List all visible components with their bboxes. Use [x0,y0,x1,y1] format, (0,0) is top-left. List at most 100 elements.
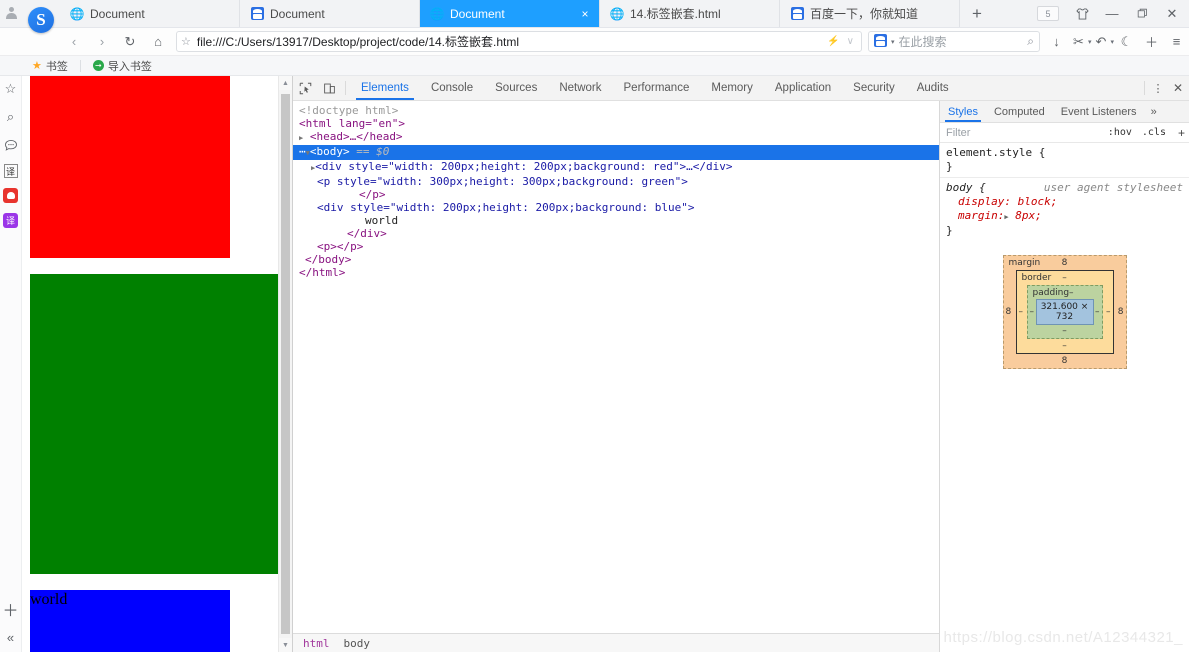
profile-button[interactable] [0,0,22,27]
dom-line-div-red[interactable]: ▶<div style="width: 200px;height: 200px;… [293,160,939,175]
margin-bottom-value[interactable]: 8 [1004,356,1126,366]
padding-bottom-value[interactable]: – [1028,326,1102,336]
translate-box-icon[interactable]: 译 [3,164,18,178]
tab-performance[interactable]: Performance [613,76,701,100]
breadcrumb-item-body[interactable]: body [338,637,377,650]
bookmark-item-import[interactable]: ➞ 导入书签 [89,58,156,74]
dom-line-div-close[interactable]: </div> [293,227,939,240]
tab-biaoqian-html[interactable]: 🌐 14.标签嵌套.html [600,0,780,27]
dom-line-p-green[interactable]: <p style="width: 300px;height: 300px;bac… [293,175,939,188]
tab-security[interactable]: Security [842,76,906,100]
back-button[interactable]: ‹ [60,28,88,56]
border-left-value[interactable]: – [1019,307,1024,317]
cls-toggle[interactable]: .cls [1140,127,1168,138]
dom-line-div-blue[interactable]: <div style="width: 200px;height: 200px;b… [293,201,939,214]
dom-line-html[interactable]: <html lang="en"> [293,117,939,130]
tab-document-2[interactable]: Document [240,0,420,27]
dom-line-text-world[interactable]: world [293,214,939,227]
collapse-icon[interactable]: « [2,628,20,646]
dom-line-html-close[interactable]: </html> [293,266,939,279]
minimize-button[interactable]: — [1097,0,1127,28]
more-tabs-icon[interactable]: » [1145,101,1163,122]
close-button[interactable]: ✕ [1157,0,1187,28]
scroll-up-arrow[interactable]: ▲ [279,76,292,90]
close-icon[interactable]: × [579,7,591,21]
tab-application[interactable]: Application [764,76,842,100]
tab-sources[interactable]: Sources [484,76,548,100]
add-icon[interactable]: ＋ [1139,28,1164,56]
url-bar[interactable]: ☆ file:///C:/Users/13917/Desktop/project… [176,31,862,52]
tab-document-1[interactable]: 🌐 Document [60,0,240,27]
box-model-margin[interactable]: margin 8 8 8 8 border – – – – padding – … [1002,255,1127,369]
tab-count-badge[interactable]: 5 [1037,6,1059,21]
new-tab-button[interactable]: + [960,0,994,27]
moon-icon[interactable]: ☾ [1114,28,1139,56]
download-icon[interactable]: ↓ [1044,28,1069,56]
box-model-content-size[interactable]: 321.600 × 732 [1035,299,1094,325]
margin-left-value[interactable]: 8 [1006,307,1012,317]
tab-memory[interactable]: Memory [700,76,764,100]
tab-audits[interactable]: Audits [906,76,960,100]
mail-icon[interactable] [3,188,18,203]
chevron-down-icon[interactable]: ▾ [891,38,895,46]
tab-computed[interactable]: Computed [986,101,1053,122]
shirt-icon[interactable] [1067,0,1097,28]
search-input[interactable]: 在此搜索 [898,33,1023,50]
maximize-button[interactable] [1127,0,1157,28]
menu-dots-icon[interactable]: ⋯ [299,145,306,158]
css-rule-body[interactable]: user agent stylesheet body { display: bl… [940,177,1189,241]
expand-arrow-icon[interactable]: ▶ [1004,213,1008,221]
css-rule-element-style[interactable]: element.style { } [940,143,1189,177]
tab-network[interactable]: Network [548,76,612,100]
box-model-border[interactable]: border – – – – padding – – – – 321.600 ×… [1015,270,1114,354]
inspect-element-icon[interactable] [293,76,317,100]
padding-top-value[interactable]: – [1069,288,1074,298]
search-icon[interactable]: ⌕ [1027,34,1034,49]
expand-arrow-icon[interactable]: ▶ [299,134,303,142]
box-model-padding[interactable]: padding – – – – 321.600 × 732 [1026,285,1103,339]
tab-console[interactable]: Console [420,76,484,100]
search-icon[interactable]: ⌕ [2,108,20,126]
favorites-icon[interactable]: ☆ [2,80,20,98]
dom-line-p-close[interactable]: </p> [293,188,939,201]
margin-top-value[interactable]: 8 [1004,258,1126,268]
border-bottom-value[interactable]: – [1017,341,1113,351]
menu-icon[interactable]: ≡ [1164,28,1189,56]
devtools-close-icon[interactable]: ✕ [1167,76,1189,100]
add-icon[interactable]: ＋ [2,600,20,620]
more-options-icon[interactable]: ⋮ [1149,76,1167,100]
tab-document-3-active[interactable]: 🌐 Document × [420,0,600,27]
lightning-icon[interactable]: ⚡ [827,36,839,47]
reload-button[interactable]: ↻ [116,28,144,56]
tab-elements[interactable]: Elements [350,76,420,100]
hov-toggle[interactable]: :hov [1106,127,1134,138]
tab-baidu[interactable]: 百度一下，你就知道 [780,0,960,27]
scroll-down-arrow[interactable]: ▼ [279,638,292,652]
forward-button[interactable]: › [88,28,116,56]
page-scrollbar[interactable]: ▲ ▼ [278,76,292,652]
dom-tree[interactable]: <!doctype html> <html lang="en"> ▶ <head… [293,101,939,633]
dom-line-body-close[interactable]: </body> [293,253,939,266]
search-box[interactable]: ▾ 在此搜索 ⌕ [867,31,1040,52]
tab-event-listeners[interactable]: Event Listeners [1053,101,1145,122]
undo-icon[interactable]: ↶ [1091,28,1110,56]
dom-line-head[interactable]: ▶ <head>…</head> [293,130,939,145]
bookmark-star-icon[interactable]: ☆ [181,35,191,48]
filter-input[interactable]: Filter [940,127,1100,139]
bookmark-item-shuqian[interactable]: ★ 书签 [28,58,72,74]
dom-line-body-selected[interactable]: ⋯▼<body> == $0 [293,145,939,160]
new-rule-button[interactable]: + [1174,126,1189,140]
margin-right-value[interactable]: 8 [1118,307,1124,317]
border-top-value[interactable]: – [1017,273,1113,283]
css-declaration[interactable]: margin:▶ 8px; [946,209,1183,224]
tab-styles[interactable]: Styles [940,101,986,122]
scissors-icon[interactable]: ✂ [1069,28,1088,56]
dom-line-p-empty[interactable]: <p></p> [293,240,939,253]
chat-icon[interactable] [2,136,20,154]
css-declaration[interactable]: display: block; [946,195,1183,209]
padding-right-value[interactable]: – [1095,307,1100,317]
border-right-value[interactable]: – [1106,307,1111,317]
scrollbar-thumb[interactable] [281,94,290,634]
chevron-down-icon[interactable]: ∨ [847,36,854,47]
padding-left-value[interactable]: – [1030,307,1035,317]
